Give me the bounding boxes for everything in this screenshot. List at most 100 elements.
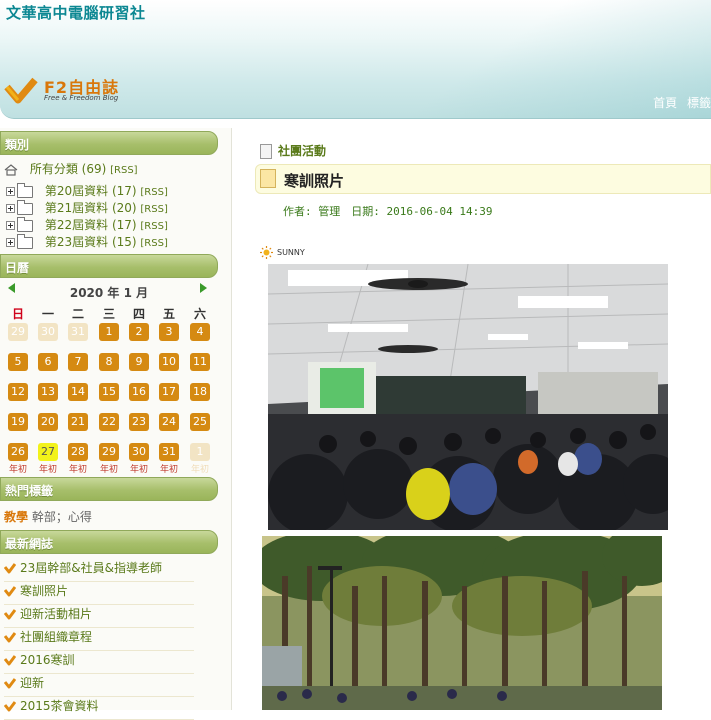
site-title[interactable]: 文華高中電腦研習社 [6, 2, 146, 23]
blog-logo[interactable]: F2自由誌 Free & Freedom Blog [4, 72, 144, 106]
nav-tags[interactable]: 標籤 [687, 96, 711, 110]
post-title[interactable]: 寒訓照片 [284, 170, 344, 191]
calendar-day-note: 年初 [8, 465, 27, 475]
calendar-day[interactable]: 19 [8, 413, 28, 431]
calendar-day[interactable]: 21 [68, 413, 88, 431]
category-all[interactable]: 所有分類 (69) [RSS] [4, 160, 138, 177]
photo-classroom[interactable] [268, 264, 668, 530]
expand-icon[interactable] [6, 238, 15, 247]
calendar-day[interactable]: 15 [99, 383, 119, 401]
calendar-day[interactable]: 16 [129, 383, 149, 401]
recent-post-item[interactable]: 迎新 [4, 674, 194, 697]
category-item[interactable]: 第22屆資料 (17) [RSS] [6, 216, 168, 233]
recent-post-item[interactable]: 迎新活動相片 [4, 605, 194, 628]
calendar-day[interactable]: 23 [129, 413, 149, 431]
calendar-day[interactable]: 9 [129, 353, 149, 371]
recent-post-title[interactable]: 2016寒訓 [20, 653, 75, 667]
post-title-bar: 寒訓照片 [255, 164, 711, 194]
recent-post-title[interactable]: 2015茶會資料 [20, 699, 99, 713]
calendar-day[interactable]: 31 [68, 323, 88, 341]
calendar-day[interactable]: 20 [38, 413, 58, 431]
folder-icon [17, 182, 33, 198]
calendar-day[interactable]: 26 [8, 443, 28, 461]
category-label[interactable]: 第20屆資料 [45, 184, 108, 198]
recent-post-title[interactable]: 社團組織章程 [20, 630, 92, 644]
calendar-day[interactable]: 11 [190, 353, 210, 371]
category-rss[interactable]: [RSS] [140, 187, 167, 198]
calendar-day[interactable]: 30 [129, 443, 149, 461]
calendar-weekday: 三 [102, 307, 115, 321]
tag-hot[interactable]: 教學 [4, 510, 28, 524]
calendar-day[interactable]: 8 [99, 353, 119, 371]
category-label[interactable]: 第23屆資料 [45, 235, 108, 249]
recent-post-title[interactable]: 寒訓照片 [20, 584, 68, 598]
recent-heading: 最新網誌 [0, 530, 218, 554]
recent-post-title[interactable]: 迎新活動相片 [20, 607, 92, 621]
calendar-day[interactable]: 7 [68, 353, 88, 371]
calendar-day[interactable]: 28 [68, 443, 88, 461]
calendar-weekday: 四 [132, 307, 145, 321]
calendar-day[interactable]: 25 [190, 413, 210, 431]
sun-icon [260, 246, 273, 259]
calendar-day[interactable]: 3 [159, 323, 179, 341]
calendar-day[interactable]: 13 [38, 383, 58, 401]
category-rss[interactable]: [RSS] [140, 204, 167, 215]
recent-post-item[interactable]: 2015茶會資料 [4, 697, 194, 720]
top-nav: 首頁 標籤 [647, 94, 711, 111]
expand-icon[interactable] [6, 221, 15, 230]
post-category-label[interactable]: 社團活動 [278, 144, 326, 158]
category-label[interactable]: 第22屆資料 [45, 218, 108, 232]
classroom-photo-image [268, 264, 668, 530]
category-rss[interactable]: [RSS] [140, 238, 167, 249]
category-all-rss[interactable]: [RSS] [110, 165, 137, 176]
calendar-day[interactable]: 18 [190, 383, 210, 401]
calendar-next-icon[interactable] [200, 283, 207, 293]
post-bullet-icon [4, 654, 16, 665]
recent-post-item[interactable]: 寒訓照片 [4, 582, 194, 605]
folder-icon [17, 216, 33, 232]
calendar-day[interactable]: 29 [99, 443, 119, 461]
calendar-day[interactable]: 1 [99, 323, 119, 341]
calendar-day[interactable]: 17 [159, 383, 179, 401]
recent-post-item[interactable]: 2016寒訓 [4, 651, 194, 674]
recent-post-title[interactable]: 迎新 [20, 676, 44, 690]
calendar-day[interactable]: 5 [8, 353, 28, 371]
folder-icon [17, 233, 33, 249]
calendar-weekday: 五 [162, 307, 175, 321]
category-rss[interactable]: [RSS] [140, 221, 167, 232]
recent-post-title[interactable]: 23屆幹部&社員&指導老師 [20, 561, 162, 575]
category-item[interactable]: 第20屆資料 (17) [RSS] [6, 182, 168, 199]
calendar-day-note: 年初 [99, 465, 118, 475]
calendar-day[interactable]: 6 [38, 353, 58, 371]
calendar-heading: 日曆 [0, 254, 218, 278]
calendar-day[interactable]: 29 [8, 323, 28, 341]
logo-mark-icon [4, 77, 38, 104]
calendar-day[interactable]: 31 [159, 443, 179, 461]
recent-heading-text: 最新網誌 [5, 537, 54, 551]
calendar-day[interactable]: 22 [99, 413, 119, 431]
nav-home[interactable]: 首頁 [653, 96, 677, 110]
post-category[interactable]: 社團活動 [260, 142, 326, 159]
calendar-day[interactable]: 12 [8, 383, 28, 401]
calendar-day[interactable]: 2 [129, 323, 149, 341]
calendar-day-note: 年初 [68, 465, 87, 475]
calendar-day[interactable]: 27 [38, 443, 58, 461]
calendar-day[interactable]: 10 [159, 353, 179, 371]
photo-park[interactable] [262, 536, 662, 710]
category-item[interactable]: 第23屆資料 (15) [RSS] [6, 233, 168, 250]
category-item[interactable]: 第21屆資料 (20) [RSS] [6, 199, 168, 216]
category-label[interactable]: 第21屆資料 [45, 201, 108, 215]
calendar-title: 2020 年 1 月 [69, 286, 149, 300]
category-count: (20) [111, 201, 137, 215]
calendar-day[interactable]: 30 [38, 323, 58, 341]
calendar-day[interactable]: 24 [159, 413, 179, 431]
expand-icon[interactable] [6, 187, 15, 196]
calendar-day[interactable]: 4 [190, 323, 210, 341]
category-all-label[interactable]: 所有分類 [30, 162, 78, 176]
tag-others[interactable]: 幹部；心得 [32, 510, 92, 524]
calendar-day[interactable]: 1 [190, 443, 210, 461]
calendar-day[interactable]: 14 [68, 383, 88, 401]
expand-icon[interactable] [6, 204, 15, 213]
recent-post-item[interactable]: 社團組織章程 [4, 628, 194, 651]
recent-post-item[interactable]: 23屆幹部&社員&指導老師 [4, 559, 194, 582]
